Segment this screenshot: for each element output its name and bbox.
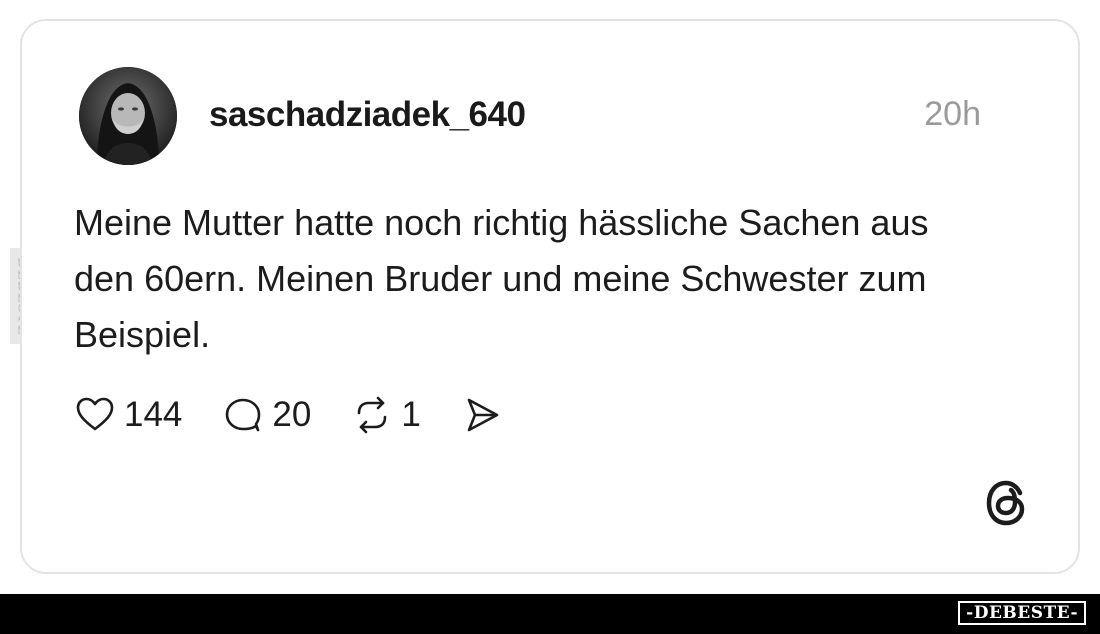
heart-icon — [74, 394, 116, 436]
avatar[interactable] — [79, 67, 177, 165]
like-button[interactable]: 144 — [74, 394, 182, 436]
bottom-bar: -DEBESTE- — [0, 594, 1100, 634]
username[interactable]: saschadziadek_640 — [209, 95, 526, 135]
avatar-photo-icon — [79, 67, 177, 165]
post-actions: 144 20 1 — [74, 393, 543, 437]
threads-logo-icon[interactable] — [984, 478, 1030, 528]
comment-button[interactable]: 20 — [222, 394, 311, 436]
screenshot-stage: DEBESTE saschadziadek_640 20h — [0, 0, 1100, 634]
send-icon — [461, 394, 503, 436]
comment-icon — [222, 394, 264, 436]
share-button[interactable] — [461, 394, 503, 436]
repost-count: 1 — [401, 395, 421, 434]
watermark-stamp: -DEBESTE- — [958, 601, 1086, 625]
post-text: Meine Mutter hatte noch richtig hässlich… — [74, 202, 929, 355]
comment-count: 20 — [272, 395, 312, 434]
repost-icon — [351, 394, 393, 436]
like-count: 144 — [124, 395, 183, 434]
repost-button[interactable]: 1 — [351, 394, 421, 436]
threads-post-card: saschadziadek_640 20h Meine Mutter hatte… — [20, 19, 1080, 574]
post-timestamp: 20h — [924, 95, 981, 133]
